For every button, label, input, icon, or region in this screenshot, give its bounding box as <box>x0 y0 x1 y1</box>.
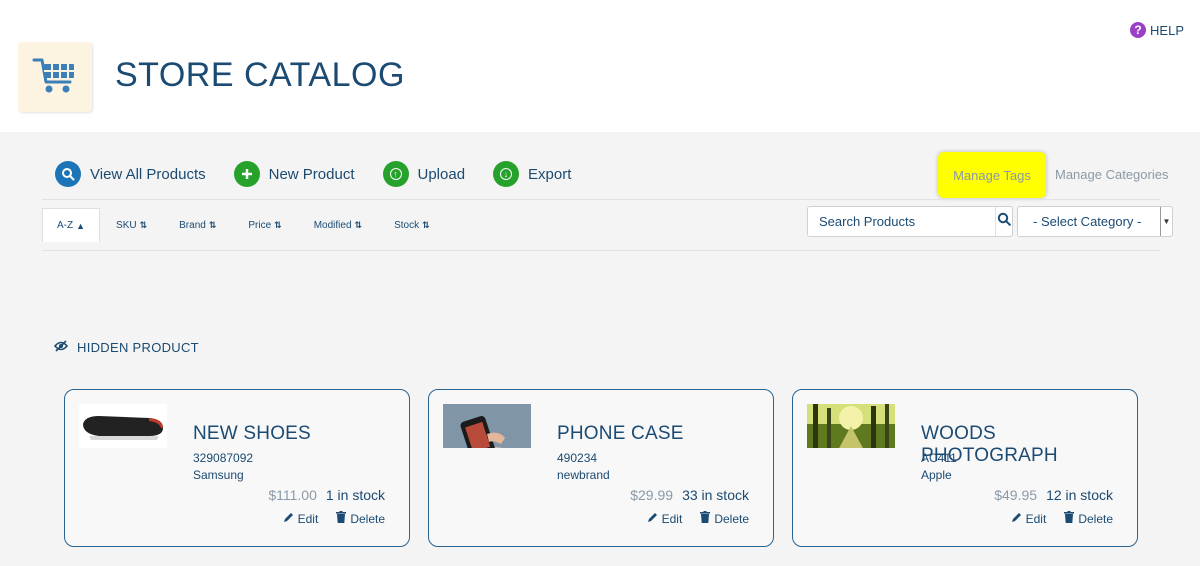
divider <box>42 250 1160 251</box>
sort-modified[interactable]: Modified ⇅ <box>298 208 378 242</box>
sort-bar: A-Z ▲ SKU ⇅ Brand ⇅ Price ⇅ Modified ⇅ S… <box>42 208 446 242</box>
new-product-button[interactable]: New Product <box>233 161 355 187</box>
search-icon <box>997 212 1011 231</box>
product-price: $49.95 <box>994 487 1038 503</box>
sort-label: Modified <box>313 219 352 231</box>
dropdown-arrow-icon: ▼ <box>1160 207 1172 236</box>
search-button[interactable] <box>995 207 1012 236</box>
upload-icon: ↑ <box>382 161 409 187</box>
product-sku: AC411 <box>921 451 957 465</box>
manage-categories-link[interactable]: Manage Categories <box>1055 167 1168 182</box>
sort-brand[interactable]: Brand ⇅ <box>163 208 232 242</box>
question-icon: ? <box>1130 22 1147 38</box>
delete-button[interactable]: Delete <box>336 511 385 526</box>
search-input[interactable] <box>808 214 995 229</box>
export-button[interactable]: ↓ Export <box>493 161 571 187</box>
new-product-label: New Product <box>268 165 355 183</box>
product-stock: 33 in stock <box>682 487 749 503</box>
product-sku: 329087092 <box>193 451 254 465</box>
product-brand: newbrand <box>557 468 610 482</box>
product-sku: 490234 <box>557 451 598 465</box>
delete-label: Delete <box>1078 511 1113 526</box>
edit-label: Edit <box>297 511 319 526</box>
sort-price[interactable]: Price ⇅ <box>232 208 297 242</box>
delete-label: Delete <box>714 511 749 526</box>
download-icon: ↓ <box>493 161 520 187</box>
shopping-cart-icon <box>32 54 78 101</box>
edit-label: Edit <box>661 511 683 526</box>
product-price: $111.00 <box>268 487 317 503</box>
sort-a-z[interactable]: A-Z ▲ <box>42 208 101 242</box>
product-card[interactable]: NEW SHOES 329087092 Samsung $111.00 1 in… <box>64 389 410 547</box>
help-label: HELP <box>1150 22 1184 38</box>
product-list: NEW SHOES 329087092 Samsung $111.00 1 in… <box>64 389 1156 547</box>
main-content: View All Products New Product ↑ Upload ↓… <box>0 132 1200 566</box>
sort-toggle-icon: ⇅ <box>274 219 282 230</box>
export-label: Export <box>528 165 572 183</box>
help-link[interactable]: ? HELP <box>1130 22 1184 38</box>
trash-icon <box>1064 511 1075 526</box>
plus-icon <box>233 161 260 187</box>
product-thumbnail <box>443 404 531 448</box>
logo <box>18 42 92 112</box>
edit-button[interactable]: Edit <box>1011 511 1047 526</box>
sort-label: Brand <box>179 219 206 231</box>
action-bar: View All Products New Product ↑ Upload ↓… <box>55 161 599 187</box>
pencil-icon <box>1011 512 1022 526</box>
sort-toggle-icon: ⇅ <box>208 219 217 230</box>
sort-label: A-Z <box>57 220 74 231</box>
product-stock: 12 in stock <box>1046 487 1113 503</box>
product-price: $29.99 <box>630 487 674 503</box>
price-row: $111.00 1 in stock <box>268 487 385 503</box>
product-card[interactable]: PHONE CASE 490234 newbrand $29.99 33 in … <box>428 389 774 547</box>
upload-button[interactable]: ↑ Upload <box>382 161 466 187</box>
sort-label: Stock <box>394 219 420 231</box>
card-actions: Edit Delete <box>283 511 385 526</box>
sort-label: SKU <box>116 219 137 231</box>
price-row: $49.95 12 in stock <box>994 487 1113 503</box>
delete-button[interactable]: Delete <box>1064 511 1113 526</box>
divider <box>42 199 1160 200</box>
sort-toggle-icon: ⇅ <box>422 219 430 230</box>
card-actions: Edit Delete <box>1011 511 1113 526</box>
edit-button[interactable]: Edit <box>647 511 683 526</box>
category-select-value: - Select Category - <box>1033 214 1142 229</box>
hidden-eye-icon <box>53 340 77 355</box>
hidden-product-heading: HIDDEN PRODUCT <box>53 340 199 355</box>
sort-toggle-icon: ⇅ <box>354 219 363 230</box>
price-row: $29.99 33 in stock <box>630 487 749 503</box>
product-stock: 1 in stock <box>325 487 385 503</box>
upload-label: Upload <box>417 165 466 183</box>
edit-label: Edit <box>1025 511 1047 526</box>
product-card[interactable]: WOODS PHOTOGRAPH AC411 Apple $49.95 12 i… <box>792 389 1138 547</box>
category-select[interactable]: - Select Category - ▼ <box>1017 206 1173 237</box>
sort-sku[interactable]: SKU ⇅ <box>100 208 163 242</box>
delete-button[interactable]: Delete <box>700 511 749 526</box>
search-icon <box>55 161 81 187</box>
sort-toggle-icon: ⇅ <box>139 219 148 230</box>
view-all-products-label: View All Products <box>90 165 206 183</box>
search-box <box>807 206 1013 237</box>
delete-label: Delete <box>350 511 385 526</box>
product-brand: Samsung <box>193 468 244 482</box>
sort-up-icon: ▲ <box>76 220 86 231</box>
pencil-icon <box>647 512 658 526</box>
pencil-icon <box>283 512 294 526</box>
product-thumbnail <box>807 404 895 448</box>
header: STORE CATALOG <box>0 0 1200 132</box>
sort-stock[interactable]: Stock ⇅ <box>378 208 446 242</box>
product-thumbnail <box>79 404 167 448</box>
manage-tags-link[interactable]: Manage Tags <box>938 152 1046 198</box>
hidden-product-label: HIDDEN PRODUCT <box>77 340 199 355</box>
sort-label: Price <box>248 219 272 231</box>
product-brand: Apple <box>921 468 952 482</box>
card-actions: Edit Delete <box>647 511 749 526</box>
trash-icon <box>700 511 711 526</box>
edit-button[interactable]: Edit <box>283 511 319 526</box>
page-title: STORE CATALOG <box>115 56 405 94</box>
product-name: NEW SHOES <box>193 423 311 444</box>
trash-icon <box>336 511 347 526</box>
product-name: PHONE CASE <box>557 423 684 444</box>
view-all-products-button[interactable]: View All Products <box>55 161 206 187</box>
